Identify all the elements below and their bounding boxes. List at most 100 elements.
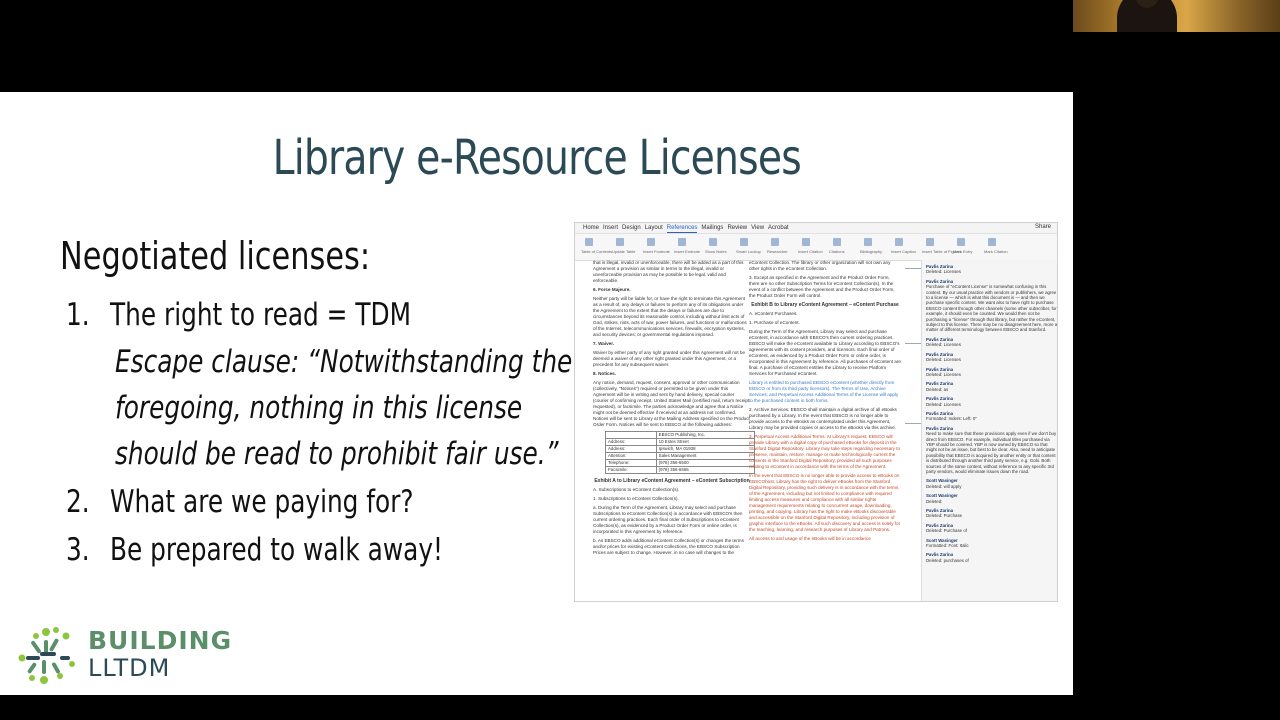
ribbon-tool-label: Mark Entry bbox=[953, 249, 973, 254]
middle-col-paragraph: 3. Except as specified in the Agreement … bbox=[749, 275, 895, 298]
comment-text: Deleted: purchases of bbox=[926, 557, 969, 563]
review-comment[interactable]: Scott Wasinger Deleted: will apply bbox=[926, 478, 1057, 489]
table-cell: Ipswich, MA 01938 bbox=[655, 445, 756, 453]
slide-heading: Negotiated licenses: bbox=[60, 234, 371, 278]
list-item-1: 1. The right to read = TDM bbox=[66, 297, 411, 333]
share-button[interactable]: Share bbox=[1035, 224, 1051, 230]
ribbon-tool-icon[interactable] bbox=[864, 238, 872, 246]
ribbon-tab-review[interactable]: Review bbox=[727, 223, 747, 233]
ribbon-tool-icon[interactable] bbox=[833, 238, 841, 246]
review-comment[interactable]: Pavlis Zarina Deleted: as bbox=[926, 381, 1057, 392]
table-cell: 10 Estes Street bbox=[655, 438, 756, 446]
left-col-paragraph: 8. Notices. bbox=[593, 371, 616, 376]
ribbon-tab-insert[interactable]: Insert bbox=[603, 223, 618, 233]
ribbon-tool-icon[interactable] bbox=[802, 238, 810, 246]
ribbon-tool-label: Table of Contents bbox=[581, 249, 613, 254]
review-comment[interactable]: Scott Wasinger Deleted: bbox=[926, 493, 1057, 504]
middle-col-paragraph: Library is entitled to purchased EBSCO e… bbox=[749, 380, 899, 403]
ribbon-tool-icon[interactable] bbox=[678, 238, 686, 246]
ribbon-tab-layout[interactable]: Layout bbox=[645, 223, 663, 233]
ribbon-tool-icon[interactable] bbox=[957, 238, 965, 246]
review-comment[interactable]: Scott Wasinger Formatted: Font: Italic bbox=[926, 537, 1057, 549]
comment-author: Scott Wasinger bbox=[926, 537, 958, 543]
building-lltdm-logo: BUILDING LLTDM bbox=[8, 622, 268, 686]
table-row: Address: 10 Estes Street bbox=[605, 438, 756, 446]
comment-author: Pavlis Zarina bbox=[926, 508, 954, 514]
review-comment[interactable]: Pavlis Zarina Deleted: Licenses bbox=[926, 367, 1057, 378]
table-cell: EBSCO Publishing, Inc. bbox=[655, 431, 756, 439]
address-table: EBSCO Publishing, Inc. Address: 10 Estes S… bbox=[605, 431, 756, 474]
ribbon-tool-label: Insert Endnote bbox=[674, 249, 701, 254]
comments-markup-pane: Pavlis Zarina Deleted: Licenses Pavlis Zar… bbox=[921, 260, 1058, 601]
ribbon-tool-label: Bibliography bbox=[860, 249, 883, 254]
comment-text: Deleted: as bbox=[926, 386, 949, 392]
comment-text: Need to make sure that these provisions … bbox=[926, 431, 1057, 474]
left-col-paragraph: a. During the Term of the Agreement, Lib… bbox=[593, 505, 743, 534]
list-item-text: What are we paying for? bbox=[110, 484, 414, 520]
ribbon-tool-label: Smart Lookup bbox=[736, 249, 761, 254]
middle-col-paragraph: 1. Purchase of eContent. bbox=[749, 320, 800, 325]
comment-author: Pavlis Zarina bbox=[926, 396, 954, 402]
ribbon-tab-design[interactable]: Design bbox=[622, 223, 641, 233]
ribbon-tab-references[interactable]: References bbox=[666, 223, 698, 233]
ribbon-tool-icon[interactable] bbox=[895, 238, 903, 246]
comment-text: Deleted: will apply bbox=[926, 483, 962, 489]
comment-author: Scott Wasinger bbox=[926, 478, 958, 484]
review-comment[interactable]: Pavlis Zarina Formatted: Indent: Left: 0" bbox=[926, 411, 1057, 422]
ribbon-toolbar: Table of Contents Update Table Insert Foot… bbox=[575, 234, 1057, 261]
review-comment[interactable]: Pavlis Zarina Deleted: purchases of bbox=[926, 552, 1057, 563]
license-document-screenshot: Home Insert Design Layout References Mailings… bbox=[574, 222, 1058, 602]
review-comment[interactable]: Pavlis Zarina Deleted: Licenses bbox=[926, 264, 1057, 275]
ribbon-tab-mailings[interactable]: Mailings bbox=[701, 223, 723, 233]
comment-text: Purchase of "eContent License" is somewh… bbox=[926, 284, 1058, 333]
ribbon-tab-acrobat[interactable]: Acrobat bbox=[768, 223, 789, 233]
review-comment[interactable]: Pavlis Zarina Deleted: Purchase of bbox=[926, 522, 1057, 534]
middle-col-paragraph: 3. Perpetual Access Additional Terms. At… bbox=[749, 434, 901, 469]
table-cell: Telephone: bbox=[605, 459, 657, 467]
review-comment[interactable]: Pavlis Zarina Deleted: Purchase bbox=[926, 508, 1057, 519]
middle-col-paragraph: Exhibit B to Library eContent Agreement … bbox=[751, 302, 899, 308]
document-left-column: that is illegal, invalid or unenforceabl… bbox=[593, 260, 756, 559]
escape-clause-line-1: Escape clause: “Notwithstanding the bbox=[115, 344, 573, 380]
list-item-text: Be prepared to walk away! bbox=[110, 532, 443, 568]
comment-author: Pavlis Zarina bbox=[926, 278, 954, 284]
review-comment[interactable]: Pavlis Zarina Need to make sure that thes… bbox=[926, 426, 1057, 475]
table-cell: Facsimile: bbox=[605, 466, 657, 474]
ribbon-tool-label: Insert Caption bbox=[891, 249, 916, 254]
ribbon-tool-icon[interactable] bbox=[647, 238, 655, 246]
left-col-paragraph: b. As EBSCO adds additional eContent Col… bbox=[593, 538, 744, 555]
ribbon-tab-view[interactable]: View bbox=[751, 223, 764, 233]
ribbon-tool-icon[interactable] bbox=[771, 238, 779, 246]
review-comment[interactable]: Pavlis Zarina Purchase of "eContent Licen… bbox=[926, 278, 1058, 333]
ribbon-tool-icon[interactable] bbox=[740, 238, 748, 246]
comment-author: Pavlis Zarina bbox=[926, 336, 954, 342]
ribbon-tab-home[interactable]: Home bbox=[583, 223, 599, 233]
left-col-paragraph: that is illegal, invalid or unenforceabl… bbox=[593, 260, 744, 283]
comment-author: Pavlis Zarina bbox=[926, 351, 954, 357]
video-right-area bbox=[1073, 32, 1280, 720]
ribbon-tool-icon[interactable] bbox=[616, 238, 624, 246]
review-comment[interactable]: Pavlis Zarina Deleted: Licenses bbox=[926, 336, 1057, 348]
table-cell: Sales Management bbox=[655, 452, 756, 460]
logo-text-building: BUILDING bbox=[88, 626, 233, 655]
ribbon-tool-icon[interactable] bbox=[926, 238, 934, 246]
middle-col-paragraph: During the Term of the Agreement, Librar… bbox=[749, 329, 901, 376]
escape-clause-line-3: should be read to prohibit fair use.” bbox=[115, 436, 559, 472]
middle-col-paragraph: A. eContent Purchases. bbox=[749, 311, 798, 316]
review-comment[interactable]: Pavlis Zarina Deleted: Licenses bbox=[926, 351, 1057, 363]
ribbon-tool-icon[interactable] bbox=[709, 238, 717, 246]
presentation-slide: Library e-Resource Licenses Negotiated l… bbox=[0, 92, 1073, 695]
ribbon-tool-icon[interactable] bbox=[988, 238, 996, 246]
table-row: EBSCO Publishing, Inc. bbox=[605, 431, 756, 439]
table-cell: (978) 356-6500 bbox=[655, 459, 756, 467]
ribbon-tool-icon[interactable] bbox=[585, 238, 593, 246]
ribbon-tool-label: Mark Citation bbox=[984, 249, 1008, 254]
left-col-paragraph: 7. Waiver. bbox=[593, 341, 615, 346]
ribbon-tabs: Home Insert Design Layout References Mailings… bbox=[575, 223, 1057, 234]
document-middle-column: eContent Collection. The library or othe… bbox=[749, 260, 901, 545]
review-comment[interactable]: Pavlis Zarina Deleted: Licenses bbox=[926, 396, 1057, 407]
comment-author: Pavlis Zarina bbox=[926, 552, 954, 558]
list-item-number: 3. bbox=[66, 532, 90, 568]
comment-author: Pavlis Zarina bbox=[926, 522, 954, 528]
escape-clause-line-2: foregoing, nothing in this license bbox=[115, 390, 523, 426]
